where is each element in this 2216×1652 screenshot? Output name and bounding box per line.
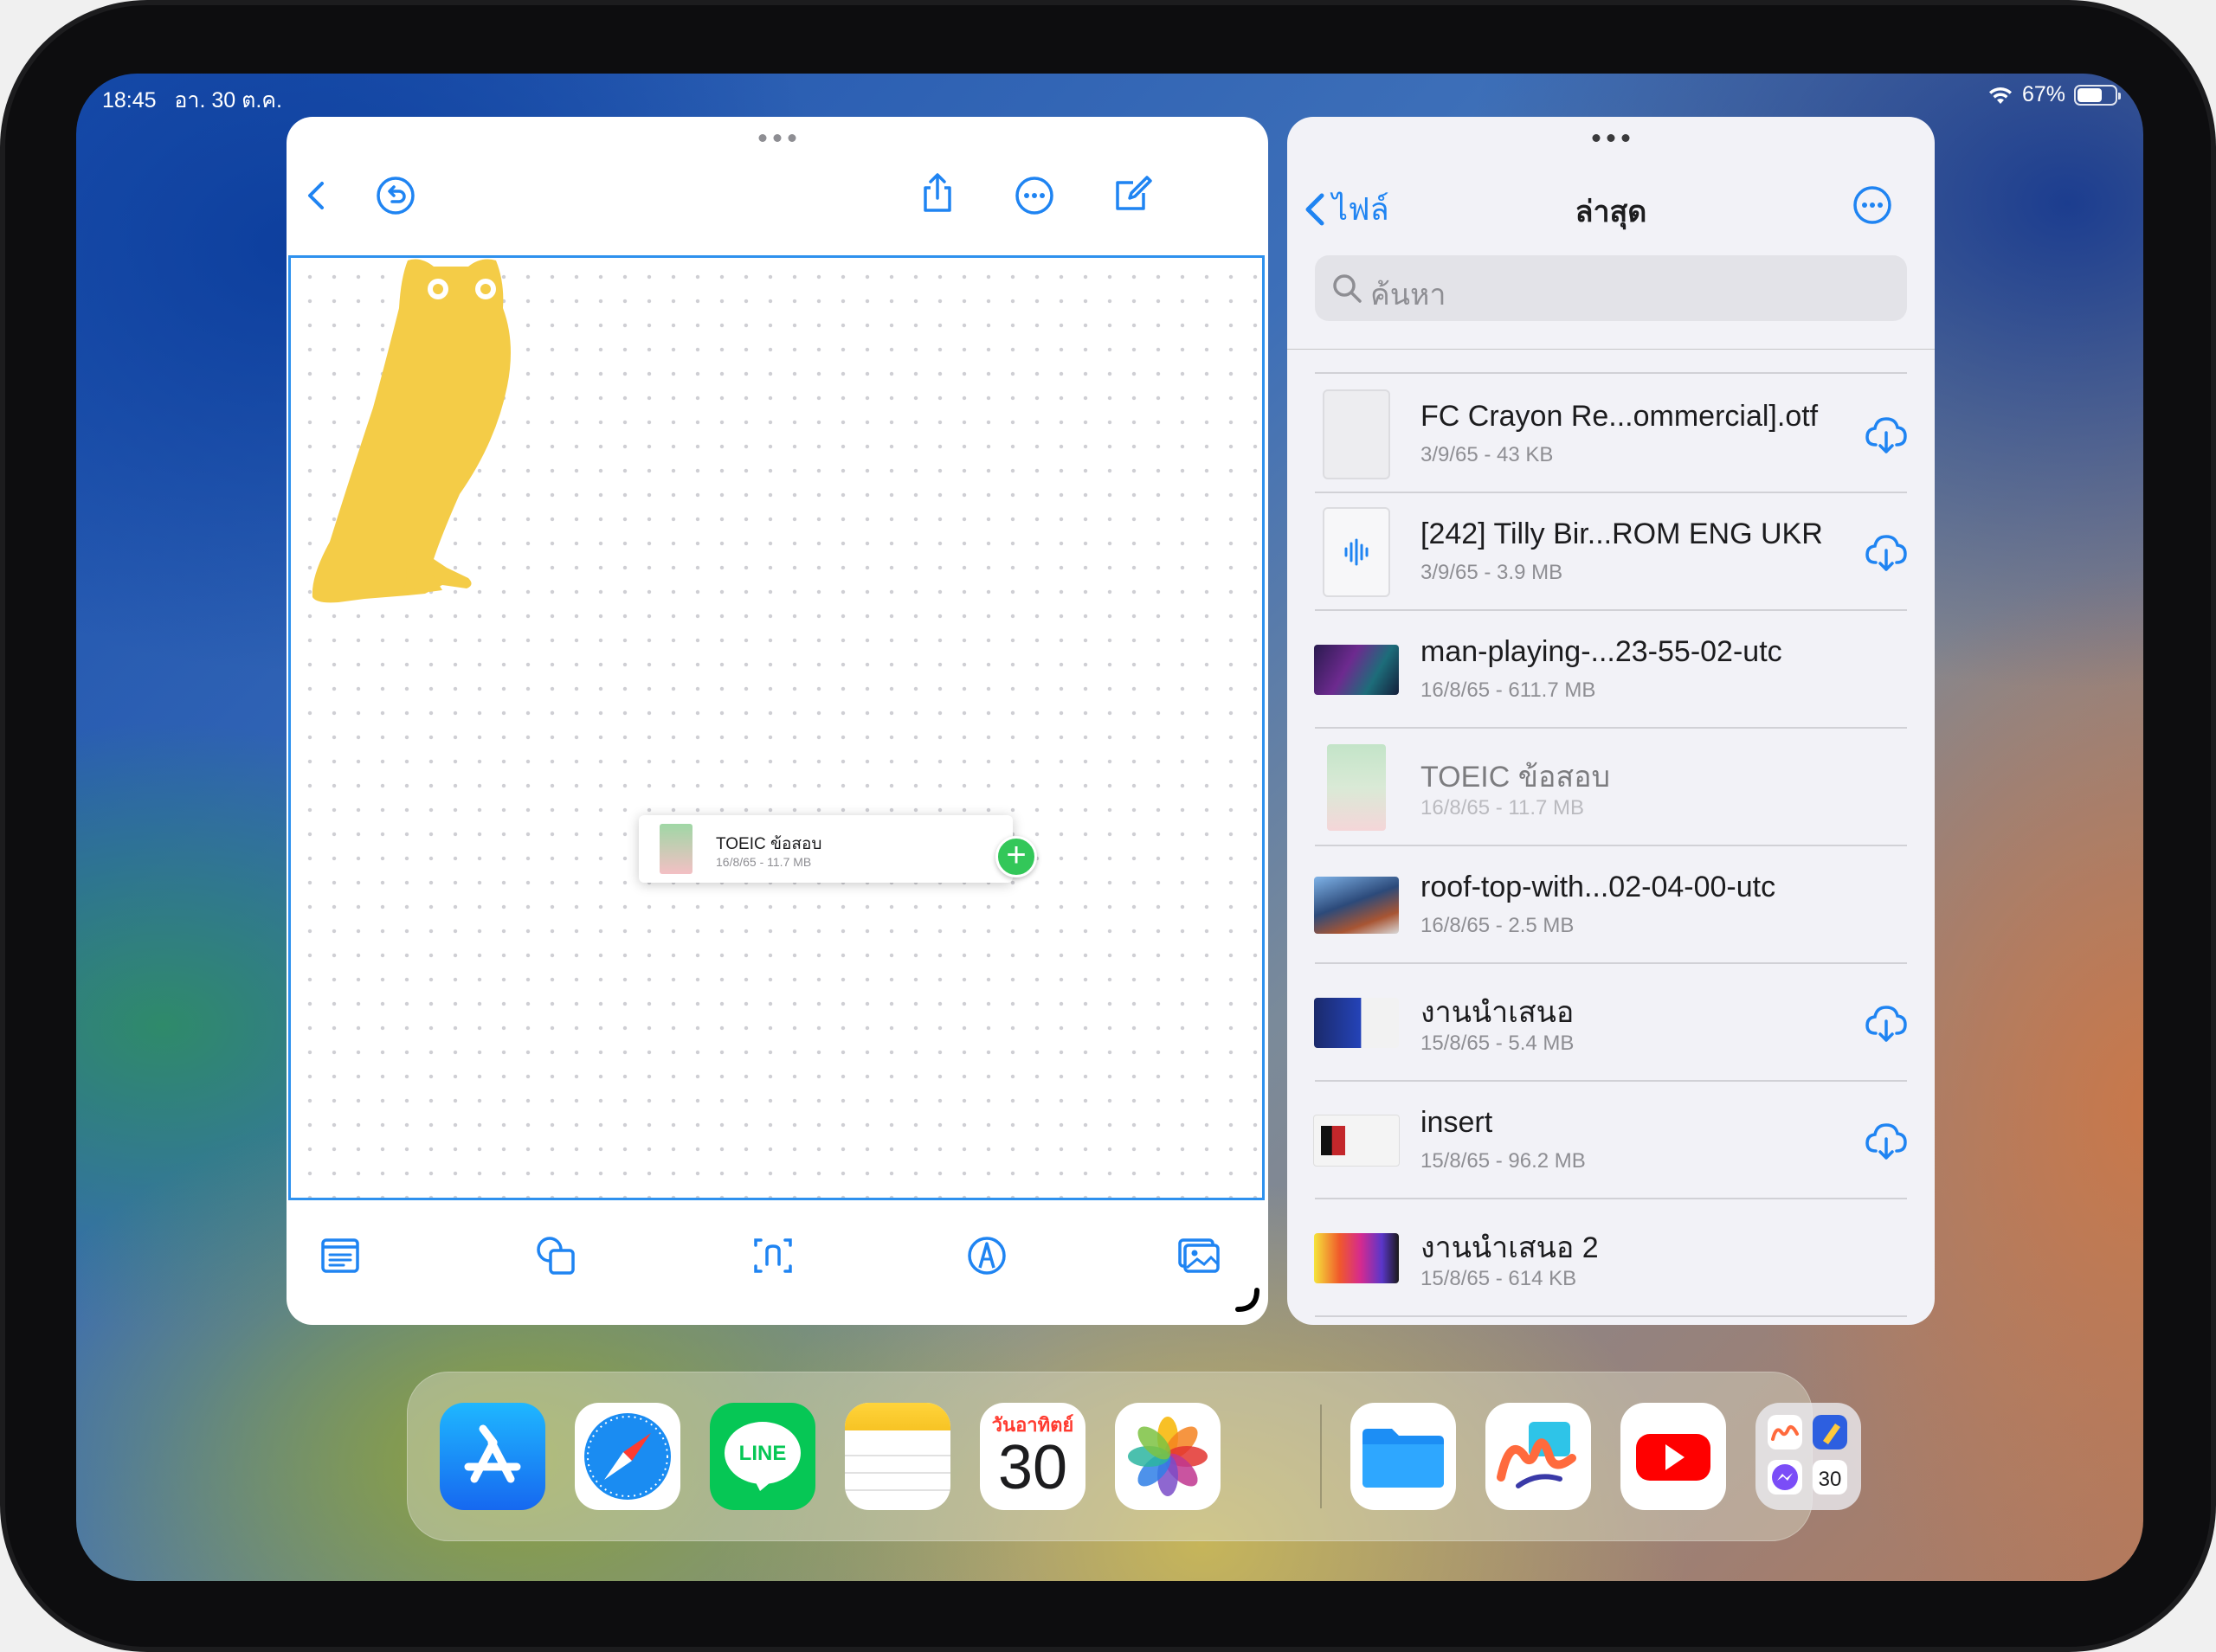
- file-name: insert: [1420, 1106, 1493, 1139]
- file-meta: 3/9/65 - 3.9 MB: [1420, 561, 1563, 584]
- file-meta: 16/8/65 - 11.7 MB: [1420, 796, 1584, 820]
- text-box-icon[interactable]: [750, 1233, 796, 1278]
- cloud-download-icon[interactable]: [1864, 414, 1909, 455]
- mini-freeform-icon: [1768, 1415, 1802, 1450]
- file-meta: 15/8/65 - 5.4 MB: [1420, 1032, 1575, 1055]
- battery-percent: 67%: [2021, 82, 2065, 106]
- file-meta: 16/8/65 - 2.5 MB: [1420, 914, 1575, 937]
- multitasking-grabber[interactable]: [758, 134, 796, 142]
- file-thumbnail: [1313, 1097, 1400, 1184]
- calendar-app-icon[interactable]: วันอาทิตย์ 30: [980, 1403, 1085, 1510]
- freeform-window: TOEIC ข้อสอบ 16/8/65 - 11.7 MB +: [287, 117, 1268, 1325]
- calendar-date-label: 30: [997, 1433, 1068, 1502]
- file-meta: 15/8/65 - 96.2 MB: [1420, 1149, 1586, 1173]
- file-name: งานนำเสนอ: [1420, 996, 1575, 1029]
- line-app-icon[interactable]: LINE: [710, 1403, 815, 1510]
- file-thumbnail: [1313, 862, 1400, 948]
- file-row[interactable]: [242] Tilly Bir...ROM ENG UKR 3/9/65 - 3…: [1287, 493, 1935, 611]
- status-date: อา. 30 ต.ค.: [174, 88, 282, 112]
- more-options-icon[interactable]: [1012, 173, 1057, 218]
- battery-cap: [2118, 92, 2121, 100]
- file-name: TOEIC ข้อสอบ: [1420, 761, 1611, 794]
- file-name: FC Crayon Re...ommercial].otf: [1420, 400, 1819, 433]
- wifi-icon: [1988, 87, 2012, 104]
- pen-markup-icon[interactable]: [964, 1233, 1009, 1278]
- line-app-label: LINE: [739, 1442, 787, 1465]
- sticky-note-icon[interactable]: [318, 1233, 363, 1278]
- mini-messenger-icon: [1768, 1460, 1802, 1495]
- files-app-icon[interactable]: [1350, 1403, 1456, 1510]
- status-time-date: 18:45 อา. 30 ต.ค.: [102, 83, 282, 118]
- ipad-screen: 18:45 อา. 30 ต.ค. 67% TOEIC ข้อสอบ 16/8/…: [76, 74, 2143, 1581]
- battery-fill: [2078, 87, 2102, 102]
- notes-app-icon[interactable]: [845, 1403, 950, 1510]
- list-top-separator: [1287, 349, 1935, 350]
- shapes-icon[interactable]: [533, 1233, 578, 1278]
- drag-preview-title: TOEIC ข้อสอบ: [716, 835, 822, 853]
- owl-illustration: [312, 259, 511, 603]
- freeform-bottom-toolbar: [287, 1200, 1268, 1325]
- mini-calendar-icon: 30: [1813, 1460, 1847, 1495]
- dock-divider: [1320, 1405, 1322, 1508]
- insert-media-icon[interactable]: [1176, 1233, 1221, 1278]
- cloud-download-icon[interactable]: [1864, 1120, 1909, 1161]
- file-row[interactable]: FC Crayon Re...ommercial].otf 3/9/65 - 4…: [1287, 376, 1935, 493]
- undo-icon[interactable]: [373, 173, 418, 218]
- youtube-app-icon[interactable]: [1620, 1403, 1726, 1510]
- file-thumbnail: [1313, 980, 1400, 1066]
- freeform-app-icon[interactable]: [1485, 1403, 1591, 1510]
- cloud-download-icon[interactable]: [1864, 531, 1909, 573]
- battery-icon: [2074, 84, 2121, 106]
- drag-preview-meta: 16/8/65 - 11.7 MB: [716, 855, 812, 869]
- photos-app-icon[interactable]: [1115, 1403, 1221, 1510]
- file-row[interactable]: งานนำเสนอ 2 15/8/65 - 614 KB: [1287, 1199, 1935, 1317]
- files-search-field[interactable]: ค้นหา: [1315, 255, 1907, 321]
- drag-preview-card[interactable]: TOEIC ข้อสอบ 16/8/65 - 11.7 MB: [639, 815, 1013, 883]
- search-icon: [1333, 274, 1362, 303]
- file-thumbnail: [1313, 1215, 1400, 1302]
- file-thumbnail: [1313, 627, 1400, 713]
- row-separator: [1315, 372, 1907, 374]
- row-separator: [1315, 1315, 1907, 1317]
- new-board-icon[interactable]: [1111, 170, 1156, 215]
- drag-preview-thumbnail: [660, 824, 692, 874]
- status-bar: 18:45 อา. 30 ต.ค. 67%: [76, 74, 2143, 117]
- multitasking-grabber-files[interactable]: [1592, 134, 1630, 142]
- file-row[interactable]: insert 15/8/65 - 96.2 MB: [1287, 1082, 1935, 1199]
- status-time: 18:45: [102, 88, 157, 112]
- file-thumbnail: [1313, 744, 1400, 831]
- add-plus-badge-icon: +: [995, 836, 1037, 877]
- file-meta: 16/8/65 - 611.7 MB: [1420, 678, 1596, 702]
- file-name: [242] Tilly Bir...ROM ENG UKR: [1420, 517, 1823, 550]
- files-more-icon[interactable]: [1852, 184, 1893, 226]
- dock: LINE วันอาทิตย์ 30 30: [407, 1372, 1861, 1541]
- file-thumbnail: [1313, 507, 1400, 597]
- freeform-canvas[interactable]: TOEIC ข้อสอบ 16/8/65 - 11.7 MB: [288, 255, 1265, 1200]
- app-store-icon[interactable]: [440, 1403, 545, 1510]
- file-row[interactable]: งานนำเสนอ 15/8/65 - 5.4 MB: [1287, 964, 1935, 1082]
- cloud-download-icon[interactable]: [1864, 1002, 1909, 1044]
- resize-handle-left[interactable]: [1234, 1287, 1260, 1313]
- file-row[interactable]: TOEIC ข้อสอบ 16/8/65 - 11.7 MB: [1287, 729, 1935, 846]
- file-meta: 15/8/65 - 614 KB: [1420, 1267, 1577, 1290]
- mini-goodnotes-icon: [1813, 1415, 1847, 1450]
- audio-waveform-icon: [1344, 538, 1369, 566]
- files-window: ไฟล์ ล่าสุด ค้นหา FC Crayon Re...ommerci…: [1287, 117, 1935, 1325]
- file-row[interactable]: man-playing-...23-55-02-utc 16/8/65 - 61…: [1287, 611, 1935, 729]
- file-thumbnail: [1313, 389, 1400, 479]
- share-icon[interactable]: [915, 170, 960, 215]
- safari-icon[interactable]: [575, 1403, 680, 1510]
- file-row[interactable]: roof-top-with...02-04-00-utc 16/8/65 - 2…: [1287, 846, 1935, 964]
- back-chevron-icon[interactable]: [295, 173, 340, 218]
- search-placeholder: ค้นหา: [1370, 279, 1446, 312]
- status-right: 67%: [1987, 82, 2121, 107]
- file-meta: 3/9/65 - 43 KB: [1420, 443, 1554, 466]
- file-name: man-playing-...23-55-02-utc: [1420, 635, 1782, 668]
- file-name: roof-top-with...02-04-00-utc: [1420, 871, 1776, 903]
- recent-apps-folder-icon[interactable]: 30: [1755, 1403, 1861, 1510]
- files-title: ล่าสุด: [1575, 196, 1647, 228]
- file-name: งานนำเสนอ 2: [1420, 1231, 1599, 1264]
